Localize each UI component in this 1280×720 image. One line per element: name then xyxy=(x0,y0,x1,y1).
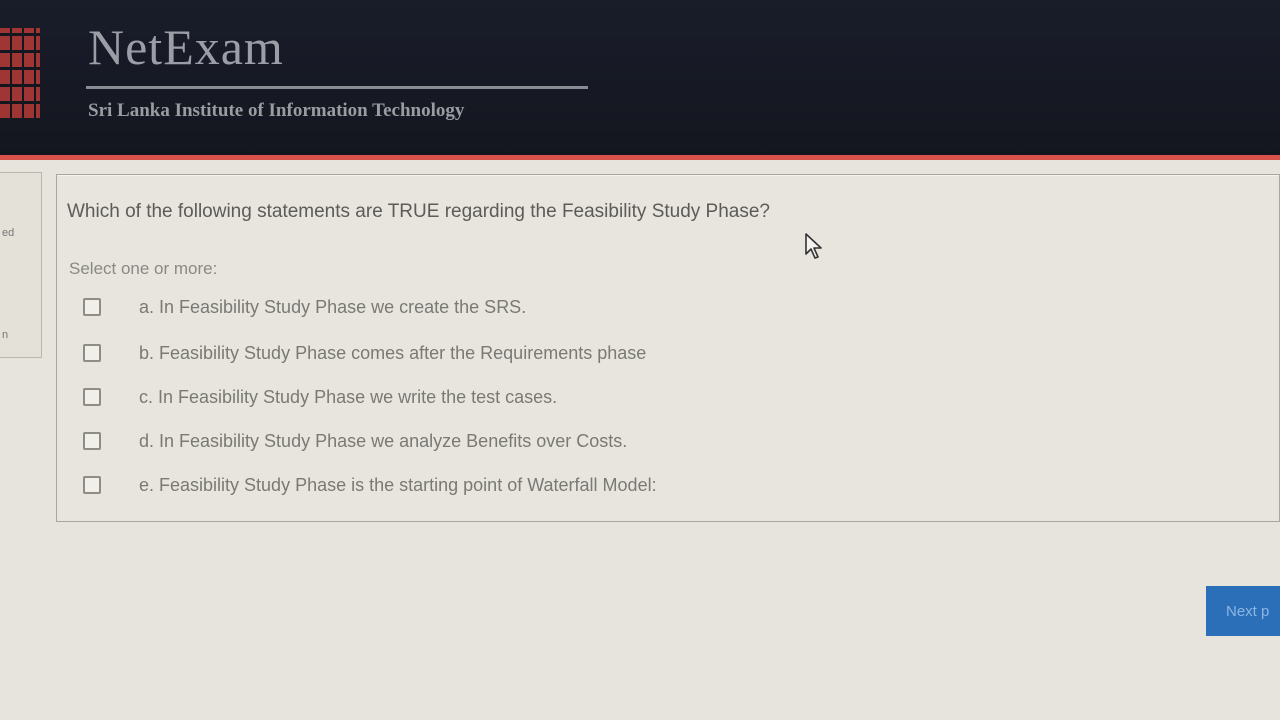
checkbox-option-e[interactable] xyxy=(83,476,101,494)
option-b[interactable]: b. Feasibility Study Phase comes after t… xyxy=(83,340,843,366)
option-b-label: b. Feasibility Study Phase comes after t… xyxy=(139,342,647,363)
option-e[interactable]: e. Feasibility Study Phase is the starti… xyxy=(83,472,843,498)
checkbox-option-d[interactable] xyxy=(83,432,101,450)
checkbox-option-b[interactable] xyxy=(83,344,101,362)
quiz-info-panel: ed n xyxy=(0,172,42,358)
checkbox-option-c[interactable] xyxy=(83,388,101,406)
checkbox-option-a[interactable] xyxy=(83,298,101,316)
brand-divider xyxy=(86,86,588,89)
mouse-pointer-icon xyxy=(805,233,822,259)
next-page-button[interactable]: Next p xyxy=(1206,586,1280,636)
institute-name: Sri Lanka Institute of Information Techn… xyxy=(88,100,465,121)
option-a[interactable]: a. In Feasibility Study Phase we create … xyxy=(83,294,843,320)
logo-icon xyxy=(0,28,40,118)
question-card: Which of the following statements are TR… xyxy=(56,174,1280,522)
option-d[interactable]: d. In Feasibility Study Phase we analyze… xyxy=(83,428,843,454)
option-a-label: a. In Feasibility Study Phase we create … xyxy=(139,296,527,317)
option-e-label: e. Feasibility Study Phase is the starti… xyxy=(139,474,657,495)
option-c[interactable]: c. In Feasibility Study Phase we write t… xyxy=(83,384,843,410)
select-instruction: Select one or more: xyxy=(69,259,218,278)
option-d-label: d. In Feasibility Study Phase we analyze… xyxy=(139,430,628,451)
option-c-label: c. In Feasibility Study Phase we write t… xyxy=(139,386,558,407)
panel-fragment-top: ed xyxy=(2,227,15,239)
panel-fragment-bottom: n xyxy=(2,329,9,341)
brand-title: NetExam xyxy=(88,19,284,75)
site-header: NetExam Sri Lanka Institute of Informati… xyxy=(0,0,1280,160)
question-text: Which of the following statements are TR… xyxy=(67,201,770,222)
